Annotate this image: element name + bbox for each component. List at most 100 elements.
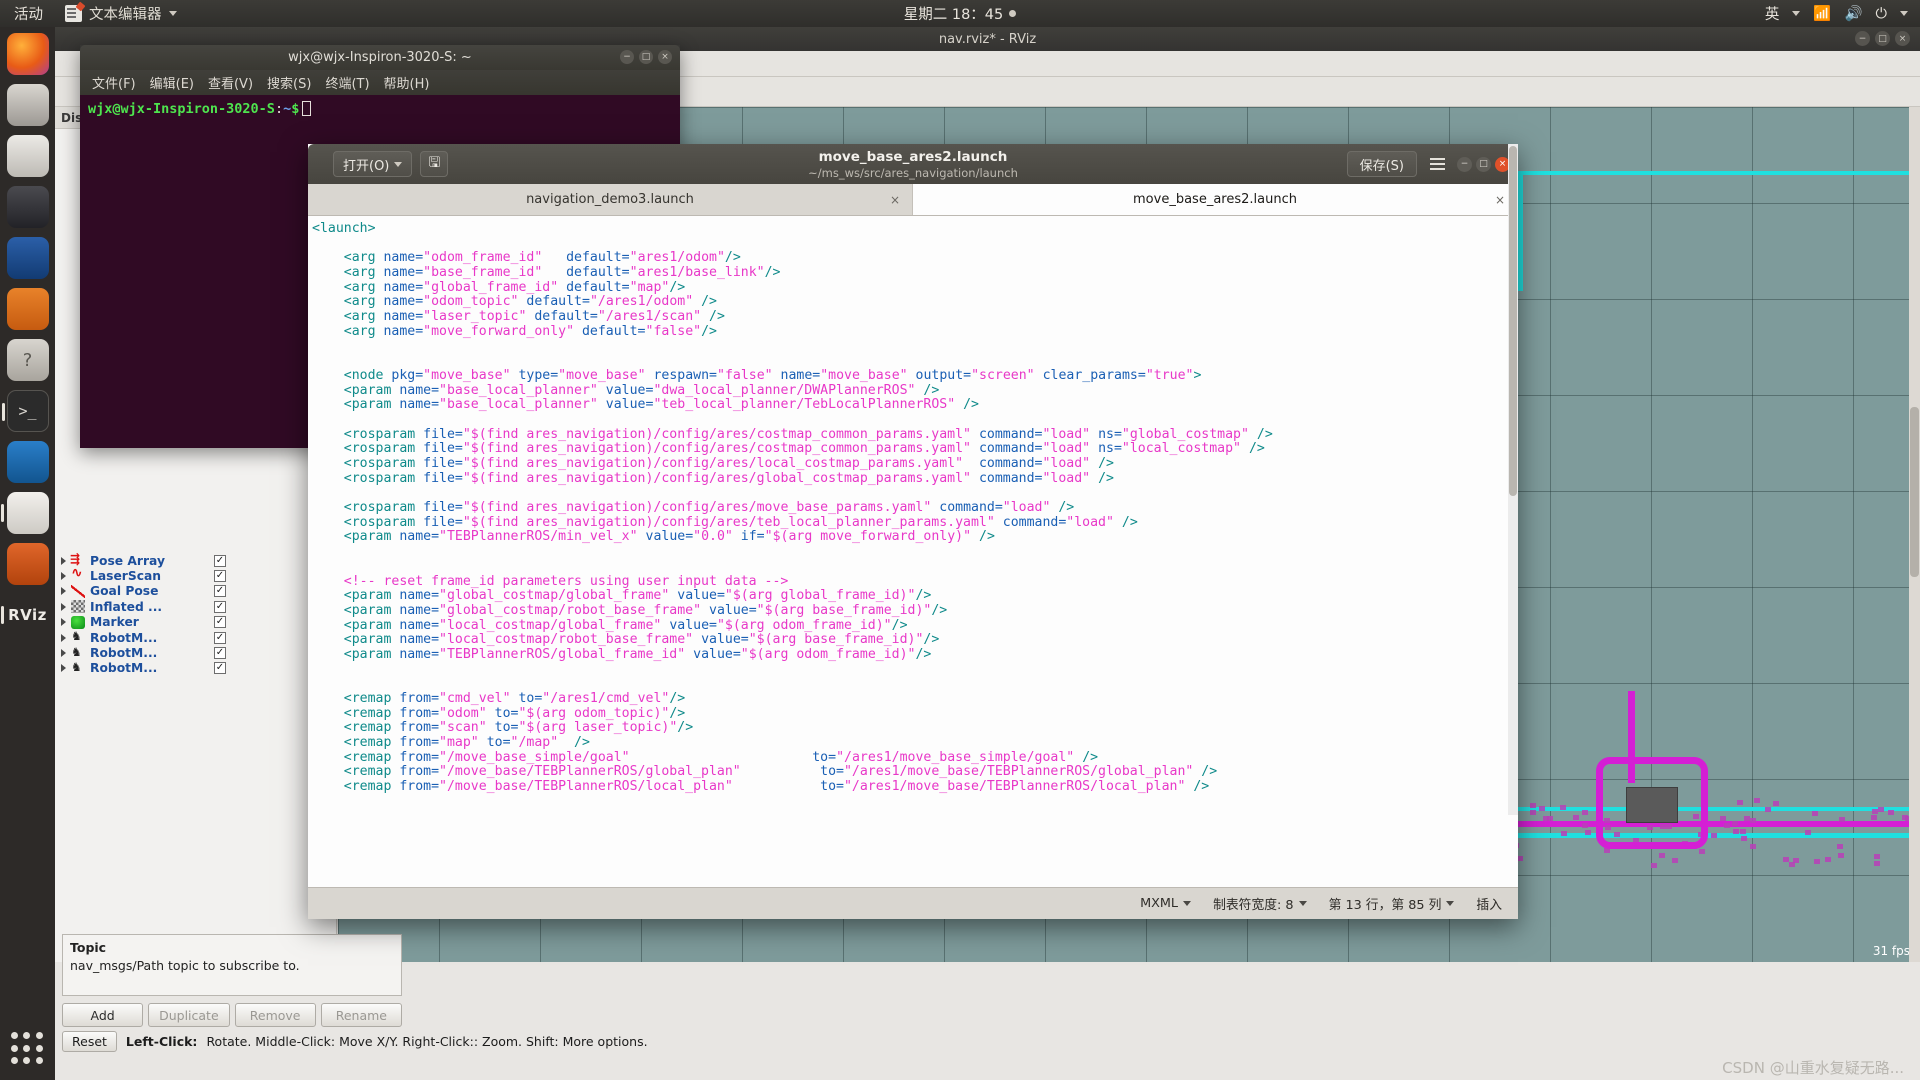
terminal-prompt-dollar: $ xyxy=(291,101,299,117)
code-editor-area[interactable]: <launch> <arg name="odom_frame_id" defau… xyxy=(308,216,1518,887)
tab-close-icon[interactable]: × xyxy=(1495,193,1505,207)
tab-navigation-demo3[interactable]: navigation_demo3.launch × xyxy=(308,184,913,215)
show-applications-button[interactable] xyxy=(11,1032,45,1066)
dock-item-terminal[interactable]: >_ xyxy=(7,390,49,432)
terminal-menu-file[interactable]: 文件(F) xyxy=(92,73,136,92)
display-item[interactable]: RobotM... ✓ xyxy=(55,661,336,676)
expand-arrow-icon[interactable] xyxy=(61,664,66,672)
expand-arrow-icon[interactable] xyxy=(61,649,66,657)
rviz-close-button[interactable]: × xyxy=(1895,31,1910,46)
display-enabled-checkbox[interactable]: ✓ xyxy=(214,662,226,674)
terminal-menu-help[interactable]: 帮助(H) xyxy=(384,73,430,92)
code-line: <remap from="scan" to="$(arg laser_topic… xyxy=(310,721,1518,736)
display-enabled-checkbox[interactable]: ✓ xyxy=(214,570,226,582)
code-line: <param name="TEBPlannerROS/min_vel_x" va… xyxy=(310,530,1518,545)
save-icon[interactable]: 🖫 xyxy=(420,151,448,177)
display-enabled-checkbox[interactable]: ✓ xyxy=(214,585,226,597)
chevron-down-icon xyxy=(1446,901,1454,906)
expand-arrow-icon[interactable] xyxy=(61,587,66,595)
language-selector[interactable]: MXML xyxy=(1140,896,1191,911)
expand-arrow-icon[interactable] xyxy=(61,618,66,626)
cursor-position[interactable]: 第 13 行，第 85 列 xyxy=(1329,894,1455,913)
code-token: default= xyxy=(534,309,598,324)
code-token xyxy=(733,779,820,794)
wifi-icon[interactable]: 📶 xyxy=(1813,5,1831,22)
volume-icon[interactable]: 🔊 xyxy=(1844,5,1862,22)
display-enabled-checkbox[interactable]: ✓ xyxy=(214,632,226,644)
display-item[interactable]: Marker ✓ xyxy=(55,615,336,630)
dock-item-libreoffice-writer[interactable] xyxy=(7,237,49,279)
display-item[interactable]: Inflated ... ✓ xyxy=(55,599,336,614)
display-item-label: LaserScan xyxy=(90,569,209,583)
costmap-cell xyxy=(1724,823,1730,828)
add-display-button[interactable]: Add xyxy=(62,1003,143,1027)
code-token: <arg xyxy=(312,309,383,324)
expand-arrow-icon[interactable] xyxy=(61,603,66,611)
terminal-menu-terminal[interactable]: 终端(T) xyxy=(325,73,369,92)
terminal-menu-edit[interactable]: 编辑(E) xyxy=(150,73,194,92)
code-token: /> xyxy=(1050,500,1074,515)
expand-arrow-icon[interactable] xyxy=(61,557,66,565)
gedit-maximize-button[interactable]: □ xyxy=(1476,157,1491,172)
duplicate-display-button[interactable]: Duplicate xyxy=(148,1003,229,1027)
code-token xyxy=(1090,441,1098,456)
code-token: /> xyxy=(701,309,725,324)
remove-display-button[interactable]: Remove xyxy=(235,1003,316,1027)
dock-item-firefox[interactable] xyxy=(7,33,49,75)
display-item[interactable]: RobotM... ✓ xyxy=(55,645,336,660)
code-token: /> xyxy=(1241,441,1265,456)
chevron-down-icon[interactable] xyxy=(1792,11,1800,16)
editor-scrollbar[interactable] xyxy=(1508,144,1518,815)
dock-item-thunderbird[interactable] xyxy=(7,84,49,126)
tab-move-base-ares2[interactable]: move_base_ares2.launch × xyxy=(913,184,1518,215)
chevron-down-icon xyxy=(1183,901,1191,906)
dock-item-rviz-3d[interactable] xyxy=(7,543,49,585)
chevron-down-icon[interactable] xyxy=(1900,11,1908,16)
save-button[interactable]: 保存(S) xyxy=(1347,151,1417,177)
terminal-menu-view[interactable]: 查看(V) xyxy=(208,73,253,92)
open-file-button[interactable]: 打开(O) xyxy=(333,151,412,177)
terminal-close-button[interactable]: × xyxy=(658,50,672,64)
display-enabled-checkbox[interactable]: ✓ xyxy=(214,647,226,659)
dock-item-gedit[interactable] xyxy=(7,492,49,534)
tab-width-selector[interactable]: 制表符宽度: 8 xyxy=(1213,894,1307,913)
rviz-minimize-button[interactable]: − xyxy=(1855,31,1870,46)
display-item[interactable]: Pose Array ✓ xyxy=(55,553,336,568)
robot-model-icon xyxy=(71,647,85,660)
clock[interactable]: 星期二 18：45 xyxy=(0,3,1920,24)
costmap-cell xyxy=(1737,800,1743,805)
expand-arrow-icon[interactable] xyxy=(61,634,66,642)
expand-arrow-icon[interactable] xyxy=(61,572,66,580)
display-enabled-checkbox[interactable]: ✓ xyxy=(214,555,226,567)
rename-display-button[interactable]: Rename xyxy=(321,1003,402,1027)
rviz-maximize-button[interactable]: □ xyxy=(1875,31,1890,46)
code-line xyxy=(310,663,1518,678)
hamburger-menu-icon[interactable] xyxy=(1425,152,1449,176)
display-item[interactable]: RobotM... ✓ xyxy=(55,630,336,645)
terminal-maximize-button[interactable]: □ xyxy=(639,50,653,64)
tab-close-icon[interactable]: × xyxy=(890,193,900,207)
power-icon[interactable]: ⏻ xyxy=(1876,6,1887,22)
reset-button[interactable]: Reset xyxy=(62,1031,117,1052)
dock-item-help[interactable]: ? xyxy=(7,339,49,381)
viewport-scrollbar[interactable] xyxy=(1909,107,1920,962)
costmap-cell xyxy=(1539,806,1545,811)
dock-item-files[interactable] xyxy=(7,135,49,177)
display-enabled-checkbox[interactable]: ✓ xyxy=(214,601,226,613)
dock-item-ubuntu-software[interactable] xyxy=(7,288,49,330)
display-item[interactable]: LaserScan ✓ xyxy=(55,568,336,583)
gedit-minimize-button[interactable]: − xyxy=(1457,157,1472,172)
terminal-menu-search[interactable]: 搜索(S) xyxy=(267,73,311,92)
system-topbar: 活动 文本编辑器 星期二 18：45 英 📶 🔊 ⏻ xyxy=(0,0,1920,27)
dock-item-rhythmbox[interactable] xyxy=(7,186,49,228)
code-token: "TEBPlannerROS/min_vel_x" xyxy=(439,529,638,544)
display-item[interactable]: Goal Pose ✓ xyxy=(55,584,336,599)
code-token: /> xyxy=(677,720,693,735)
display-enabled-checkbox[interactable]: ✓ xyxy=(214,616,226,628)
input-method-indicator[interactable]: 英 xyxy=(1765,3,1780,24)
dock-item-rviz[interactable]: RViz xyxy=(7,594,49,636)
code-token: file= xyxy=(423,500,463,515)
terminal-minimize-button[interactable]: − xyxy=(620,50,634,64)
code-token: <param xyxy=(312,529,399,544)
dock-item-vscode[interactable] xyxy=(7,441,49,483)
